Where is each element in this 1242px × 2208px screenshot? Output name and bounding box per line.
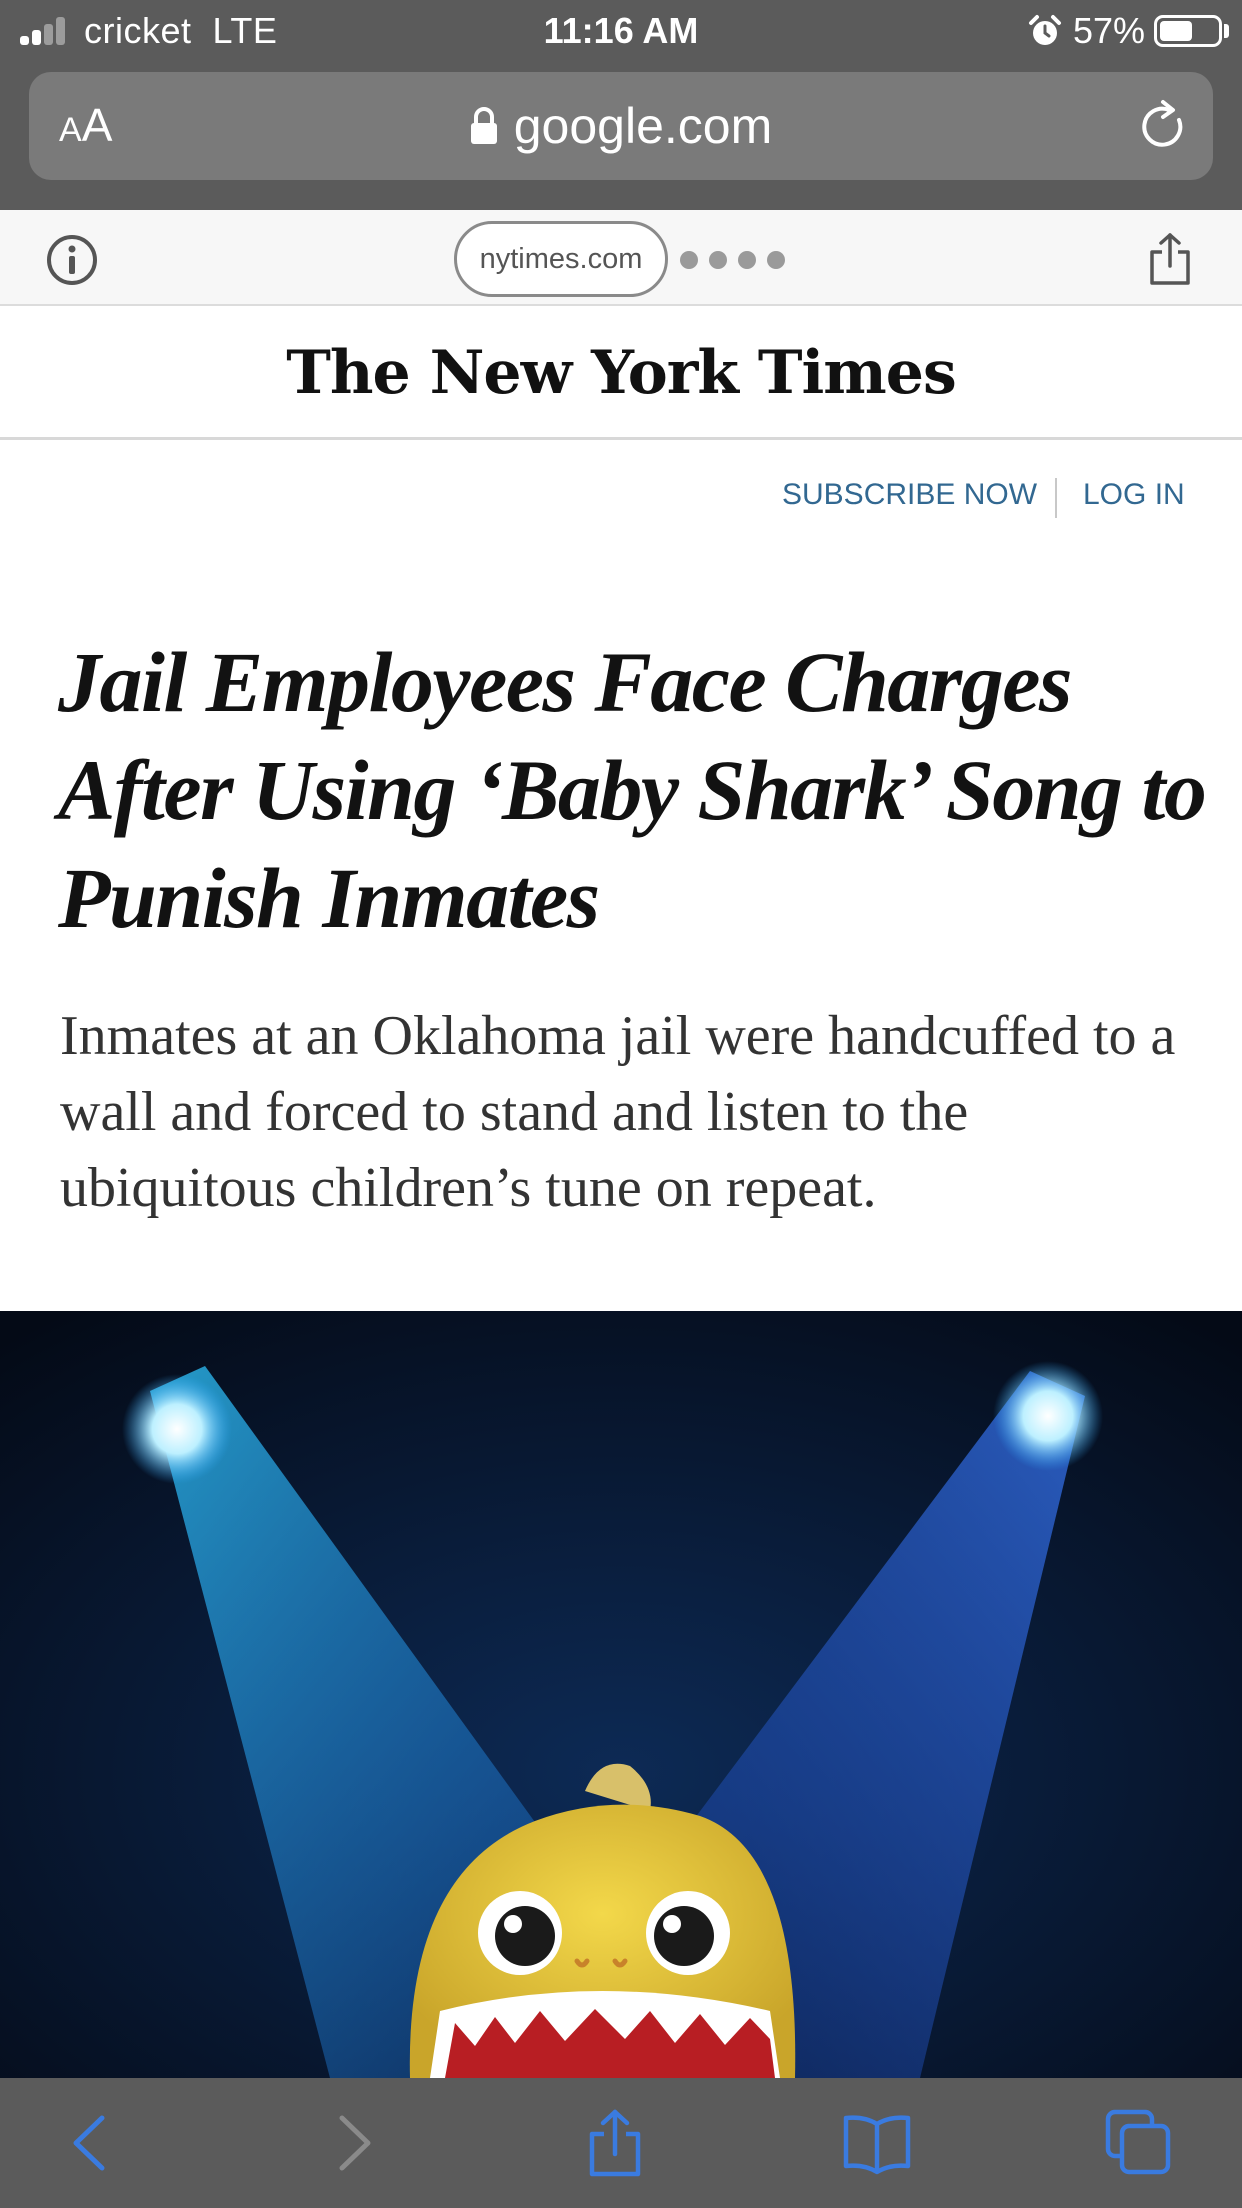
baby-shark-spotlight-illustration	[0, 1311, 1242, 2078]
battery-fill	[1160, 21, 1192, 41]
info-icon[interactable]	[46, 234, 98, 286]
battery-tip	[1224, 24, 1229, 38]
bookmarks-icon[interactable]	[842, 2108, 912, 2178]
subscribe-link[interactable]: SUBSCRIBE NOW	[782, 478, 1037, 512]
alarm-icon	[1029, 15, 1061, 45]
nyt-logo[interactable]: The New York Times	[0, 338, 1242, 408]
article-headline: Jail Employees Face Charges After Using …	[58, 634, 1207, 946]
lock-icon	[470, 107, 497, 144]
status-bar: cricket LTE 11:16 AM 57%	[0, 0, 1242, 62]
pagination-dots	[680, 251, 796, 274]
share-icon[interactable]	[1148, 232, 1192, 286]
address-bar[interactable]: AA google.com	[29, 72, 1213, 180]
share-icon[interactable]	[580, 2108, 650, 2178]
battery-icon	[1154, 15, 1222, 47]
link-divider	[1055, 478, 1057, 518]
back-icon[interactable]	[56, 2108, 126, 2178]
tabs-icon[interactable]	[1104, 2108, 1174, 2178]
url-text: google.com	[513, 98, 773, 154]
battery-percent: 57%	[1073, 10, 1146, 51]
article-hero-image[interactable]	[0, 1311, 1242, 2078]
reload-icon[interactable]	[1135, 98, 1191, 154]
article-summary: Inmates at an Oklahoma jail were handcuf…	[60, 1005, 1176, 1219]
browser-toolbar	[0, 2078, 1242, 2208]
forward-icon[interactable]	[318, 2108, 388, 2178]
masthead: The New York Times	[0, 308, 1242, 440]
domain-pill[interactable]: nytimes.com	[454, 221, 668, 297]
browser-chrome: AA google.com	[0, 62, 1242, 210]
url-display[interactable]: google.com	[29, 96, 1213, 156]
amp-viewer-header: nytimes.com	[0, 210, 1242, 306]
login-link[interactable]: LOG IN	[1083, 478, 1185, 512]
